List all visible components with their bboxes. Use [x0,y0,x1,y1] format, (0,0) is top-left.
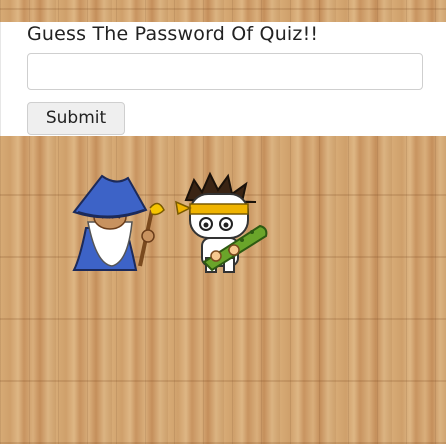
wizard-sprite[interactable] [66,170,170,276]
ninja-sprite[interactable] [172,170,274,276]
quiz-question: Guess The Password Of Quiz!! [27,23,319,45]
password-input[interactable] [27,53,423,90]
quiz-form-panel: Guess The Password Of Quiz!! Submit [0,22,446,136]
submit-button[interactable]: Submit [27,102,125,135]
